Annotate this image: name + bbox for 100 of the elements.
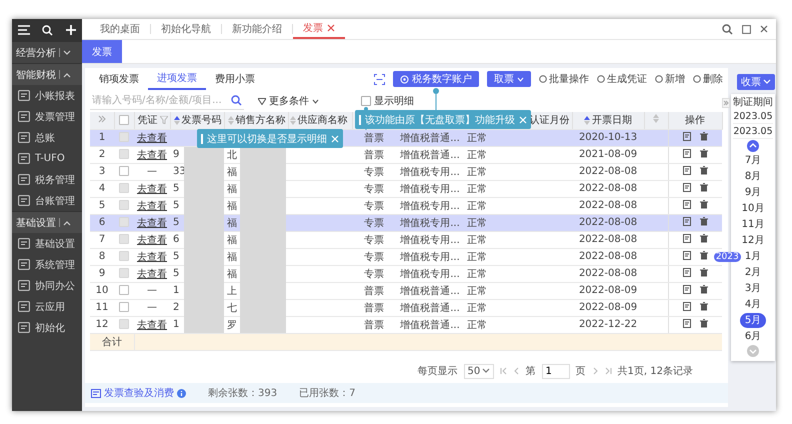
row-checkbox[interactable] [119, 166, 129, 176]
close-icon[interactable] [760, 25, 768, 33]
table-cell: 普票 [364, 302, 384, 314]
table-cell: 正常 [467, 218, 487, 228]
sidebar-item[interactable]: 初始化 [12, 317, 82, 338]
sidebar-item[interactable]: 协同办公 [12, 275, 82, 296]
page-tab[interactable]: 我的桌面 [90, 19, 150, 39]
sidebar-group-header[interactable]: 经营分析 [12, 41, 82, 63]
sidebar-item[interactable]: 税务管理 [12, 169, 82, 190]
row-number: 8 [98, 251, 106, 262]
target-icon [400, 74, 409, 84]
sub-tab[interactable]: 发票 [82, 40, 122, 63]
search-icon[interactable] [42, 24, 54, 36]
table-cell: 5 [173, 200, 180, 211]
sidebar-item[interactable]: 基础设置 [12, 233, 82, 254]
invoice-tab[interactable]: 进项发票 [148, 68, 206, 90]
sidebar-item[interactable]: 小账报表 [12, 85, 82, 106]
scan-icon[interactable] [374, 74, 385, 84]
table-cell: 正常 [467, 302, 487, 314]
month-item[interactable]: 9月 [740, 185, 766, 200]
row-checkbox[interactable] [119, 285, 129, 296]
table-cell: 增值税专用... [400, 234, 460, 246]
maximize-icon[interactable] [742, 24, 751, 34]
remaining-count: 剩余张数：393 [208, 386, 278, 400]
sidebar-item[interactable]: 总账 [12, 127, 82, 148]
chevron-icon[interactable] [63, 72, 71, 78]
chevron-icon[interactable] [63, 220, 71, 226]
sidebar-item[interactable]: T-UFO [12, 148, 82, 169]
edit-icon[interactable] [682, 284, 692, 294]
verification-link[interactable]: 发票查验及消费 [104, 386, 174, 400]
row-number: 12 [96, 319, 108, 330]
row-number: 6 [98, 217, 106, 228]
page-tab[interactable]: 新功能介绍 [222, 19, 292, 39]
month-item[interactable]: 4月 [740, 297, 766, 312]
delete-icon[interactable] [700, 284, 708, 294]
invoice-tab[interactable]: 销项发票 [90, 68, 148, 90]
delete-icon[interactable] [700, 166, 708, 174]
edit-icon[interactable] [682, 166, 692, 174]
sidebar-group-header[interactable]: 智能财税 [12, 63, 82, 85]
document-icon [18, 174, 30, 185]
table-cell: 增值税普通... [400, 302, 460, 314]
sort-icon[interactable] [584, 116, 590, 124]
month-item[interactable]: 6月 [740, 329, 766, 344]
page-tab[interactable]: 初始化导航 [151, 19, 221, 39]
scroll-up-icon[interactable] [747, 140, 759, 152]
page-input[interactable]: 1 [542, 364, 570, 378]
table-cell: 增值税专用... [400, 252, 460, 262]
edit-icon[interactable] [682, 302, 692, 310]
circle-icon [693, 75, 701, 83]
toolbar-button[interactable]: 生成凭证 [597, 72, 647, 86]
invoice-tab[interactable]: 费用小票 [206, 68, 264, 90]
table-cell: 9 [173, 149, 180, 160]
fetch-ticket-button[interactable]: 取票 [487, 71, 531, 87]
delete-icon[interactable] [700, 302, 708, 310]
page-tab[interactable]: 发票 [293, 19, 345, 39]
chevron-icon[interactable] [63, 50, 71, 56]
table-cell: 增值税普通... [400, 150, 460, 160]
row-number: 5 [98, 200, 106, 211]
toolbar-button[interactable]: 删除 [693, 72, 723, 86]
month-item[interactable]: 3月 [740, 281, 766, 296]
table-cell: 正常 [467, 184, 487, 194]
more-filters-button[interactable]: 更多条件 [258, 94, 319, 108]
table-cell: 2022-08-08 [578, 251, 638, 262]
page-size-select[interactable]: 50 [464, 364, 494, 378]
table-cell: 5 [173, 217, 180, 228]
month-item[interactable]: 11月 [736, 217, 770, 232]
month-item[interactable]: 2月 [740, 265, 766, 280]
sort-icon[interactable] [174, 116, 180, 124]
record-summary: 共1页, 12条记录 [618, 364, 693, 378]
search-icon[interactable] [722, 24, 733, 34]
period-start: 2023.05 [733, 110, 773, 124]
sidebar-group-header[interactable]: 基础设置 [12, 211, 82, 233]
toolbar-button[interactable]: 批量操作 [539, 72, 589, 86]
sidebar-item[interactable]: 发票管理 [12, 106, 82, 127]
table-cell: 正常 [467, 132, 487, 144]
table-cell: 2021-08-09 [578, 149, 638, 160]
month-item[interactable]: 12月 [736, 233, 770, 248]
info-icon[interactable] [177, 388, 186, 398]
month-item[interactable]: 1月 [740, 249, 766, 264]
show-details-checkbox[interactable] [361, 96, 371, 106]
row-checkbox[interactable] [119, 302, 129, 312]
page-label: 页 [576, 365, 586, 378]
caret-icon[interactable] [482, 368, 490, 374]
table-cell: — [147, 166, 157, 177]
sidebar-item[interactable]: 台账管理 [12, 190, 82, 211]
month-item[interactable]: 5月 [740, 313, 766, 328]
column-header: 凭证 [138, 114, 158, 128]
tax-account-button[interactable]: 税务数字账户 [393, 71, 479, 87]
sidebar-item[interactable]: 云应用 [12, 296, 82, 317]
select-all-checkbox[interactable] [119, 115, 129, 126]
sidebar-item[interactable]: 系统管理 [12, 254, 82, 275]
month-item[interactable]: 7月 [740, 153, 766, 168]
receive-ticket-button[interactable]: 收票 [737, 74, 775, 90]
toolbar-button[interactable]: 新增 [655, 72, 685, 86]
month-item[interactable]: 10月 [736, 201, 770, 216]
menu-icon[interactable] [18, 25, 30, 35]
close-icon[interactable] [327, 24, 335, 32]
month-item[interactable]: 8月 [740, 169, 766, 184]
table-cell: 5 [173, 268, 180, 279]
plus-icon[interactable] [66, 25, 76, 35]
